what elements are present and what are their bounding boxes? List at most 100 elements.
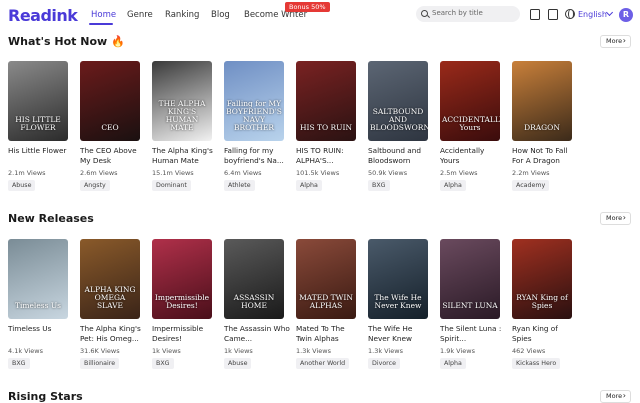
chevron-down-icon[interactable] [605,8,614,17]
book-cover-title: CEO [101,123,119,132]
book-cover-title: DRAGON [524,123,560,132]
book-tag[interactable]: Alpha [440,358,466,369]
book-tag[interactable]: BXG [152,358,174,369]
book-title[interactable]: The Alpha King's Pet: His Omeg... [80,324,146,344]
book-cover-title: Falling for MY BOYFRIEND'S NAVY BROTHER [226,99,282,132]
book-title[interactable]: Accidentally Yours [440,146,506,166]
book-tag[interactable]: Divorce [368,358,400,369]
book-views: 462 Views [512,347,546,355]
book-title[interactable]: Falling for my boyfriend's Na... [224,146,290,166]
search-input[interactable]: Search by title [416,6,520,22]
book-tag[interactable]: Alpha [296,180,322,191]
book-title[interactable]: The Alpha King's Human Mate [152,146,218,166]
book-views: 2.1m Views [8,169,46,177]
book-cover-image[interactable]: HIS TO RUIN [296,61,356,141]
book-tag[interactable]: Athlete [224,180,255,191]
book-cover-image[interactable]: Impermissible Desires! [152,239,212,319]
library-icon[interactable] [530,9,540,20]
book-cover-image[interactable]: DRAGON [512,61,572,141]
book-views: 2.6m Views [80,169,118,177]
book-title[interactable]: Saltbound and Bloodsworn [368,146,434,166]
book-cover-image[interactable]: ACCIDENTALLY Yours [440,61,500,141]
book-cover-title: SILENT LUNA [442,301,498,310]
book-title[interactable]: Mated To The Twin Alphas [296,324,362,344]
language-selector[interactable]: English [578,10,607,19]
globe-icon[interactable] [565,9,575,19]
book-tag[interactable]: Abuse [8,180,36,191]
book-title[interactable]: The Assassin Who Came... [224,324,290,344]
book-tag[interactable]: Angsty [80,180,110,191]
book-views: 2.5m Views [440,169,478,177]
rising-stars-more-button[interactable]: More [600,390,631,403]
book-cover-image[interactable]: SILENT LUNA [440,239,500,319]
book-title[interactable]: How Not To Fall For A Dragon [512,146,578,166]
book-cover-image[interactable]: HIS LITTLE FLOWER [8,61,68,141]
book-views: 6.4m Views [224,169,262,177]
section-title-new-releases: New Releases [8,212,94,225]
book-tag[interactable]: Dominant [152,180,191,191]
book-views: 1.3k Views [368,347,403,355]
book-views: 31.6K Views [80,347,120,355]
book-cover-title: THE ALPHA KING'S HUMAN MATE [158,99,206,132]
book-views: 1k Views [152,347,181,355]
book-tag[interactable]: Abuse [224,358,252,369]
book-tag[interactable]: Another World [296,358,350,369]
book-cover-title: ALPHA KING OMEGA SLAVE [84,285,136,310]
book-views: 2.2m Views [512,169,550,177]
nav-ranking[interactable]: Ranking [165,10,199,20]
book-cover-image[interactable]: Timeless Us [8,239,68,319]
bookshelf-icon[interactable] [548,9,558,20]
book-views: 1k Views [224,347,253,355]
book-cover-image[interactable]: RYAN King of Spies [512,239,572,319]
book-cover-image[interactable]: ASSASSIN HOME [224,239,284,319]
book-cover-title: ACCIDENTALLY Yours [442,115,500,132]
book-cover-title: MATED TWIN ALPHAS [299,293,353,310]
book-title[interactable]: The Wife He Never Knew [368,324,434,344]
book-tag[interactable]: BXG [8,358,30,369]
bonus-badge: Bonus 50% [285,2,330,12]
book-tag[interactable]: BXG [368,180,390,191]
book-cover-title: Timeless Us [14,301,62,310]
book-cover-title: ASSASSIN HOME [233,293,275,310]
book-views: 1.3k Views [296,347,331,355]
book-tag[interactable]: Alpha [440,180,466,191]
top-navigation-bar: Readink Home Genre Ranking Blog Become W… [0,0,640,32]
book-views: 1.9k Views [440,347,475,355]
book-cover-title: HIS TO RUIN [299,123,353,132]
nav-active-indicator [89,23,113,25]
search-placeholder: Search by title [432,9,483,17]
book-cover-image[interactable]: SALTBOUND AND BLOODSWORN [368,61,428,141]
book-cover-title: The Wife He Never Knew [374,293,422,310]
book-tag[interactable]: Kickass Hero [512,358,561,369]
book-title[interactable]: HIS TO RUIN: ALPHA'S... [296,146,362,166]
book-cover-title: RYAN King of Spies [516,293,568,310]
book-title[interactable]: Impermissible Desires! [152,324,218,344]
book-cover-title: HIS LITTLE FLOWER [15,115,61,132]
book-views: 50.9k Views [368,169,408,177]
book-views: 15.1m Views [152,169,194,177]
book-title[interactable]: His Little Flower [8,146,74,156]
book-tag[interactable]: Academy [512,180,550,191]
book-cover-image[interactable]: CEO [80,61,140,141]
new-releases-more-button[interactable]: More [600,212,631,225]
book-cover-image[interactable]: THE ALPHA KING'S HUMAN MATE [152,61,212,141]
book-tag[interactable]: Billionaire [80,358,120,369]
book-title[interactable]: Timeless Us [8,324,74,334]
book-cover-title: SALTBOUND AND BLOODSWORN [370,107,428,132]
book-cover-image[interactable]: Falling for MY BOYFRIEND'S NAVY BROTHER [224,61,284,141]
section-title-rising-stars: Rising Stars [8,390,83,403]
book-title[interactable]: The CEO Above My Desk [80,146,146,166]
nav-genre[interactable]: Genre [127,10,153,20]
nav-home[interactable]: Home [91,10,116,20]
book-cover-image[interactable]: ALPHA KING OMEGA SLAVE [80,239,140,319]
book-cover-title: Impermissible Desires! [154,293,210,310]
book-title[interactable]: Ryan King of Spies [512,324,578,344]
nav-blog[interactable]: Blog [211,10,230,20]
book-title[interactable]: The Silent Luna : Spirit... [440,324,506,344]
book-views: 4.1k Views [8,347,43,355]
readink-logo[interactable]: Readink [8,6,78,25]
hot-more-button[interactable]: More [600,35,631,48]
user-avatar[interactable]: R [619,8,633,22]
book-cover-image[interactable]: MATED TWIN ALPHAS [296,239,356,319]
book-cover-image[interactable]: The Wife He Never Knew [368,239,428,319]
